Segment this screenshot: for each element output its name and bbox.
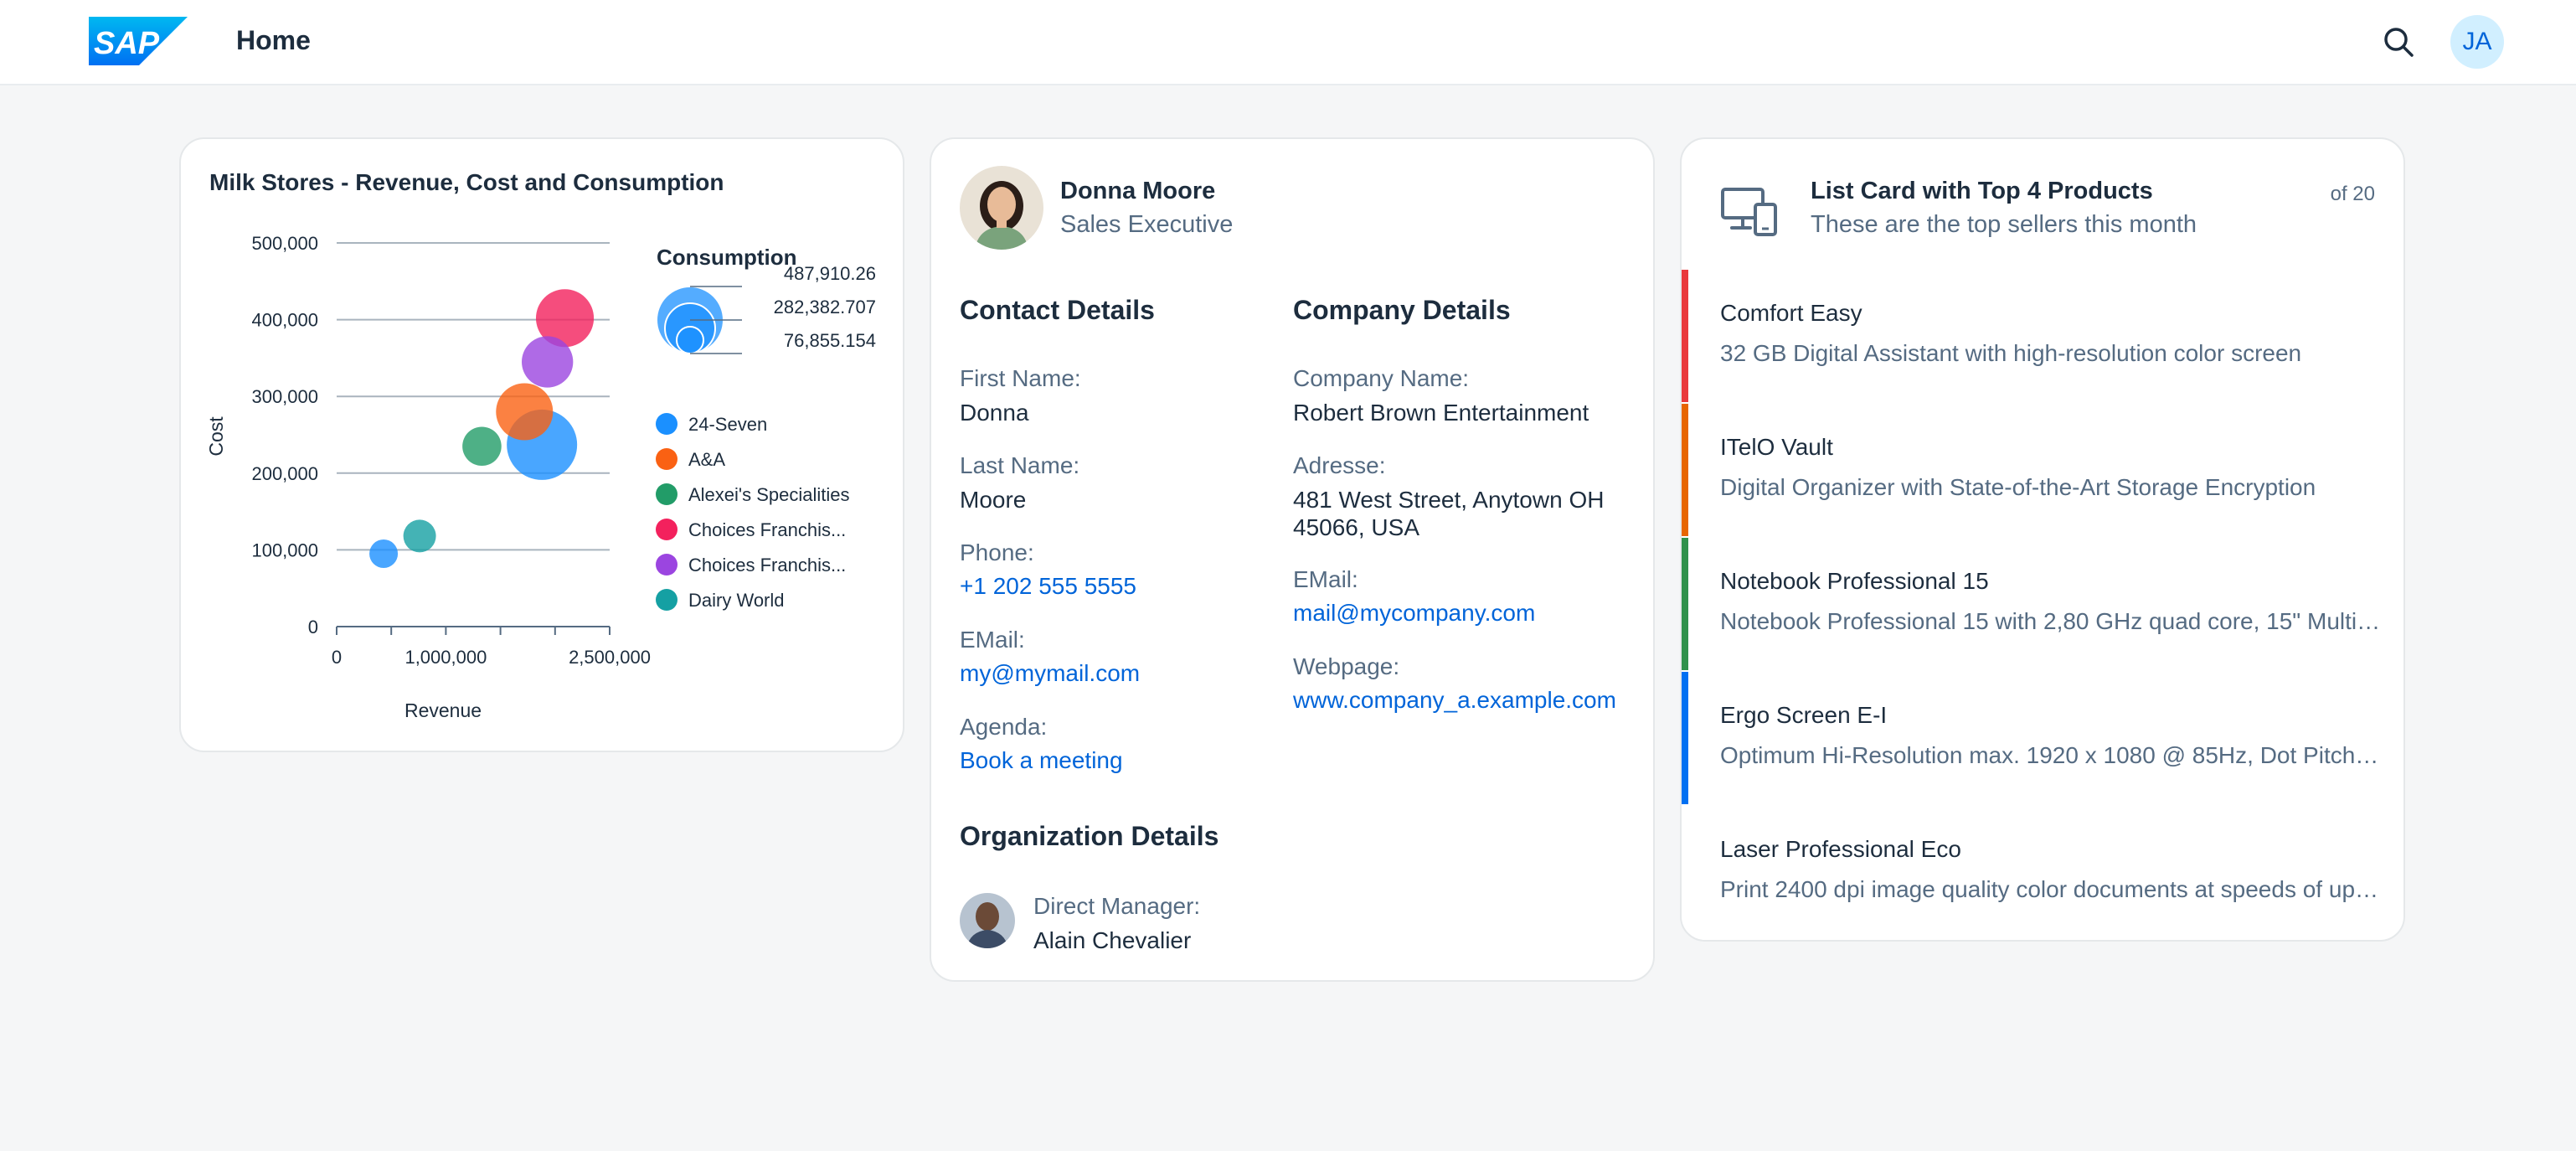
size-legend-title: Consumption	[657, 245, 797, 270]
y-tick-label: 400,000	[251, 310, 318, 331]
email-link[interactable]: my@mymail.com	[960, 660, 1140, 687]
person-name: Donna Moore	[1060, 178, 1216, 204]
list-item-title: Notebook Professional 15	[1720, 568, 1989, 594]
manager-photo	[960, 893, 1015, 948]
bubble	[369, 539, 399, 568]
list-item-title: Laser Professional Eco	[1720, 836, 1961, 862]
agenda-label: Agenda:	[960, 714, 1048, 740]
list-item-indicator	[1682, 672, 1688, 804]
list-item-description: Digital Organizer with State-of-the-Art …	[1720, 474, 2316, 500]
list-card[interactable]: List Card with Top 4 Products These are …	[1680, 137, 2405, 942]
last-name-value: Moore	[960, 487, 1027, 513]
contact-details-heading: Contact Details	[960, 295, 1155, 325]
direct-manager-label: Direct Manager:	[1033, 893, 1201, 919]
direct-manager-name[interactable]: Alain Chevalier	[1033, 926, 1191, 954]
book-meeting-link[interactable]: Book a meeting	[960, 747, 1123, 774]
legend-label: Dairy World	[688, 590, 785, 611]
x-tick-label: 1,000,000	[404, 647, 487, 668]
contact-card[interactable]: Donna Moore Sales Executive Contact Deta…	[930, 137, 1655, 982]
list-item-description: Optimum Hi-Resolution max. 1920 x 1080 @…	[1720, 742, 2382, 768]
size-legend-value: 487,910.26	[784, 263, 876, 284]
legend-marker	[656, 413, 677, 435]
list-card-subtitle: These are the top sellers this month	[1811, 211, 2197, 238]
list-item[interactable]: Ergo Screen E-I Optimum Hi-Resolution ma…	[1682, 672, 2403, 806]
first-name-label: First Name:	[960, 365, 1081, 391]
legend-marker	[656, 448, 677, 470]
list-item-title: ITelO Vault	[1720, 434, 1833, 460]
y-tick-label: 500,000	[251, 233, 318, 254]
webpage-link[interactable]: www.company_a.example.com	[1293, 687, 1616, 714]
size-legend-value: 282,382.707	[774, 297, 876, 317]
company-email-link[interactable]: mail@mycompany.com	[1293, 600, 1535, 627]
address-line1: 481 West Street, Anytown OH	[1293, 487, 1605, 513]
chart-card[interactable]: Milk Stores - Revenue, Cost and Consumpt…	[179, 137, 904, 752]
bubble	[403, 519, 436, 553]
list-item-indicator	[1682, 404, 1688, 536]
list-card-title: List Card with Top 4 Products	[1811, 178, 2153, 204]
legend-label: A&A	[688, 449, 725, 470]
x-axis-title: Revenue	[404, 699, 482, 721]
address-line2: 45066, USA	[1293, 514, 1419, 540]
legend-marker	[656, 589, 677, 611]
y-tick-label: 100,000	[251, 539, 318, 560]
phone-label: Phone:	[960, 539, 1034, 565]
devices-icon	[1721, 188, 1777, 236]
search-icon	[2384, 28, 2414, 57]
list-card-count: of 20	[2330, 183, 2375, 205]
sap-logo[interactable]: SAP	[89, 17, 188, 65]
person-photo	[960, 166, 1043, 250]
person-role: Sales Executive	[1060, 211, 1234, 238]
organization-details-heading: Organization Details	[960, 821, 1219, 851]
shell-title[interactable]: Home	[236, 25, 311, 56]
search-button[interactable]	[2380, 23, 2419, 62]
list-item-description: Notebook Professional 15 with 2,80 GHz q…	[1720, 608, 2382, 634]
legend-label: Choices Franchis...	[688, 519, 846, 540]
company-details-heading: Company Details	[1293, 295, 1511, 325]
email-label: EMail:	[960, 627, 1025, 653]
address-label: Adresse:	[1293, 452, 1386, 478]
list-item[interactable]: Comfort Easy 32 GB Digital Assistant wit…	[1682, 270, 2403, 404]
user-avatar-button[interactable]: JA	[2450, 15, 2504, 69]
list-item-description: 32 GB Digital Assistant with high-resolu…	[1720, 340, 2302, 366]
legend-marker	[656, 554, 677, 576]
list-item-indicator	[1682, 270, 1688, 402]
bubble-chart[interactable]: 0 100,000 200,000 300,000 400,000 500,000 0 1,0…	[181, 139, 903, 751]
y-tick-label: 0	[308, 617, 318, 637]
legend-label: 24-Seven	[688, 414, 767, 435]
list-item-indicator	[1682, 538, 1688, 670]
list-item-description: Print 2400 dpi image quality color docum…	[1720, 876, 2382, 902]
y-axis-title: Cost	[205, 416, 227, 457]
size-legend-circle	[676, 326, 704, 354]
x-tick-label: 0	[332, 647, 342, 668]
phone-link[interactable]: +1 202 555 5555	[960, 573, 1136, 600]
legend-marker	[656, 483, 677, 505]
sap-logo-text: SAP	[94, 26, 160, 61]
webpage-label: Webpage:	[1293, 653, 1400, 679]
list-item[interactable]: ITelO Vault Digital Organizer with State…	[1682, 404, 2403, 538]
bubble	[462, 426, 502, 467]
last-name-label: Last Name:	[960, 452, 1080, 478]
list-item-title: Comfort Easy	[1720, 300, 1862, 326]
y-tick-label: 300,000	[251, 386, 318, 407]
list-item[interactable]: Notebook Professional 15 Notebook Profes…	[1682, 538, 2403, 672]
company-name-label: Company Name:	[1293, 365, 1470, 391]
first-name-value: Donna	[960, 400, 1029, 426]
legend-label: Choices Franchis...	[688, 555, 846, 576]
shell-bar: SAP Home JA	[0, 0, 2576, 85]
bubble	[522, 336, 574, 388]
legend-marker	[656, 519, 677, 540]
company-name-value: Robert Brown Entertainment	[1293, 400, 1589, 426]
bubble	[496, 383, 554, 441]
list-item[interactable]: Laser Professional Eco Print 2400 dpi im…	[1682, 806, 2403, 940]
legend-label: Alexei's Specialities	[688, 484, 850, 505]
size-legend-value: 76,855.154	[784, 330, 876, 351]
x-tick-label: 2,500,000	[569, 647, 651, 668]
list-item-title: Ergo Screen E-I	[1720, 702, 1888, 728]
y-tick-label: 200,000	[251, 463, 318, 484]
company-email-label: EMail:	[1293, 566, 1358, 592]
